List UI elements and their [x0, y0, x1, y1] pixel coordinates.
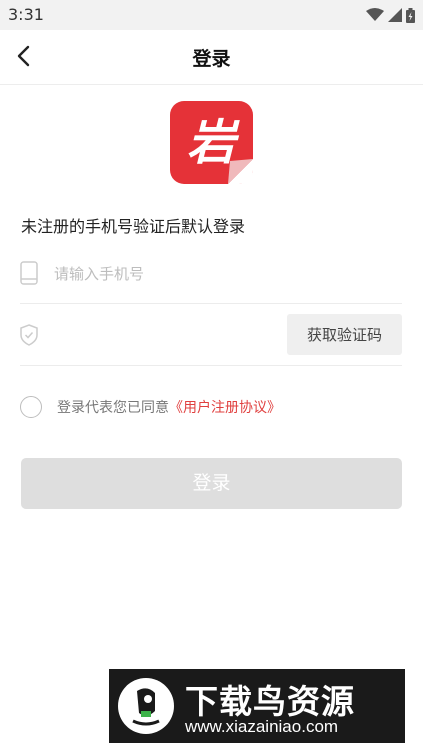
- watermark-title: 下载鸟资源: [185, 682, 355, 721]
- nav-bar: 登录: [0, 30, 423, 85]
- page-title: 登录: [192, 48, 231, 70]
- get-code-button[interactable]: 获取验证码: [287, 314, 402, 355]
- agreement-row: 登录代表您已同意 《用户注册协议》: [20, 394, 281, 420]
- agreement-text: 登录代表您已同意: [57, 400, 169, 416]
- app-logo-glyph: 岩: [187, 115, 240, 171]
- shield-check-icon: [20, 324, 38, 346]
- phone-field-row: [20, 250, 402, 304]
- phone-input[interactable]: [52, 258, 396, 290]
- bird-logo-icon: [118, 678, 174, 734]
- phone-icon: [20, 261, 38, 285]
- login-button[interactable]: 登录: [21, 458, 402, 509]
- agreement-checkbox[interactable]: [20, 396, 42, 418]
- login-hint: 未注册的手机号验证后默认登录: [21, 217, 246, 236]
- code-input[interactable]: [52, 320, 276, 352]
- watermark-banner: 下载鸟资源 www.xiazainiao.com: [109, 669, 405, 743]
- status-bar: 3:31: [0, 0, 423, 30]
- status-time: 3:31: [8, 5, 44, 24]
- code-field-row: 获取验证码: [20, 304, 402, 366]
- watermark-url: www.xiazainiao.com: [185, 717, 339, 736]
- battery-icon: [406, 7, 415, 23]
- status-icons: [366, 7, 415, 23]
- app-logo: 岩: [170, 101, 253, 184]
- agreement-link[interactable]: 《用户注册协议》: [169, 397, 281, 417]
- signal-icon: [388, 8, 402, 22]
- wifi-icon: [366, 8, 384, 21]
